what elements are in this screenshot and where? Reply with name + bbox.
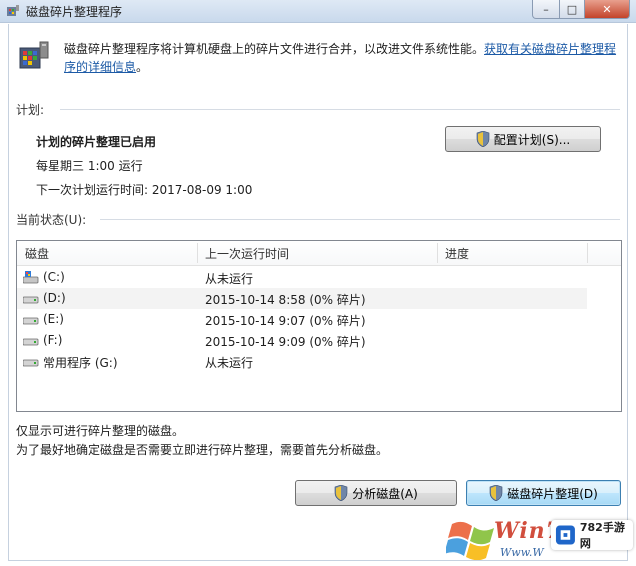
- disk-list-header: 磁盘 上一次运行时间 进度: [17, 241, 621, 266]
- column-separator: [437, 243, 438, 263]
- current-state-divider: [100, 219, 620, 220]
- disk-name: 常用程序 (G:): [43, 356, 118, 370]
- column-separator: [197, 243, 198, 263]
- hard-drive-icon: [23, 296, 39, 304]
- column-disk[interactable]: 磁盘: [25, 245, 49, 262]
- hard-drive-icon: [23, 338, 39, 346]
- table-row[interactable]: (E:) 2015-10-14 9:07 (0% 碎片): [17, 309, 587, 330]
- window-controls: – □ ✕: [532, 0, 630, 19]
- intro-end: 。: [136, 60, 149, 74]
- column-last-run[interactable]: 上一次运行时间: [205, 245, 289, 262]
- site-badge-text: 782手游网: [579, 521, 625, 550]
- intro-text: 磁盘碎片整理程序将计算机硬盘上的碎片文件进行合并，以改进文件系统性能。获取有关磁…: [64, 40, 620, 76]
- intro-description: 磁盘碎片整理程序将计算机硬盘上的碎片文件进行合并，以改进文件系统性能。: [64, 42, 485, 56]
- defrag-icon: [19, 41, 49, 69]
- column-progress[interactable]: 进度: [445, 245, 469, 262]
- hard-drive-icon: [23, 359, 39, 367]
- note-defraggable: 仅显示可进行碎片整理的磁盘。: [16, 424, 185, 438]
- disk-name: (D:): [43, 291, 66, 305]
- shield-icon: [476, 131, 490, 147]
- last-run: 从未运行: [205, 272, 254, 286]
- configure-schedule-button[interactable]: 配置计划(S)...: [445, 126, 601, 152]
- maximize-button[interactable]: □: [560, 0, 585, 19]
- column-separator: [587, 243, 588, 263]
- minimize-button[interactable]: –: [532, 0, 560, 19]
- table-row[interactable]: 常用程序 (G:) 从未运行: [17, 351, 587, 372]
- last-run: 2015-10-14 9:09 (0% 碎片): [205, 335, 366, 349]
- last-run: 从未运行: [205, 356, 254, 370]
- window-title: 磁盘碎片整理程序: [26, 5, 123, 19]
- table-row[interactable]: (D:) 2015-10-14 8:58 (0% 碎片): [17, 288, 587, 309]
- disk-name: (C:): [43, 270, 65, 284]
- title-bar: 磁盘碎片整理程序 – □ ✕: [0, 0, 636, 23]
- schedule-next-run: 下一次计划运行时间: 2017-08-09 1:00: [36, 183, 253, 197]
- hard-drive-icon: [23, 317, 39, 325]
- table-row[interactable]: (C:) 从未运行: [17, 267, 587, 288]
- last-run: 2015-10-14 8:58 (0% 碎片): [205, 293, 366, 307]
- analyze-disk-button[interactable]: 分析磁盘(A): [295, 480, 457, 506]
- schedule-divider: [60, 109, 620, 110]
- watermark-url: Www.W: [500, 546, 544, 559]
- disk-name: (F:): [43, 333, 63, 347]
- close-button[interactable]: ✕: [585, 0, 630, 19]
- site-badge-icon: [555, 525, 575, 545]
- schedule-label: 计划:: [16, 103, 45, 117]
- schedule-frequency: 每星期三 1:00 运行: [36, 159, 143, 173]
- disk-list[interactable]: 磁盘 上一次运行时间 进度 (C:) 从未运行 (D:) 2015-10-14 …: [16, 240, 622, 412]
- defrag-app-icon: [7, 5, 19, 16]
- table-row[interactable]: (F:) 2015-10-14 9:09 (0% 碎片): [17, 330, 587, 351]
- defrag-disk-button[interactable]: 磁盘碎片整理(D): [466, 480, 621, 506]
- note-analyze-first: 为了最好地确定磁盘是否需要立即进行碎片整理，需要首先分析磁盘。: [16, 443, 389, 457]
- system-drive-icon: [23, 271, 39, 284]
- schedule-status: 计划的碎片整理已启用: [36, 135, 157, 149]
- defrag-disk-label: 磁盘碎片整理(D): [507, 486, 598, 501]
- configure-schedule-label: 配置计划(S)...: [493, 132, 571, 147]
- shield-icon: [334, 485, 348, 501]
- current-state-label: 当前状态(U):: [16, 213, 87, 227]
- last-run: 2015-10-14 9:07 (0% 碎片): [205, 314, 366, 328]
- shield-icon: [489, 485, 503, 501]
- disk-name: (E:): [43, 312, 64, 326]
- site-badge: 782手游网: [551, 520, 633, 550]
- analyze-disk-label: 分析磁盘(A): [352, 486, 418, 501]
